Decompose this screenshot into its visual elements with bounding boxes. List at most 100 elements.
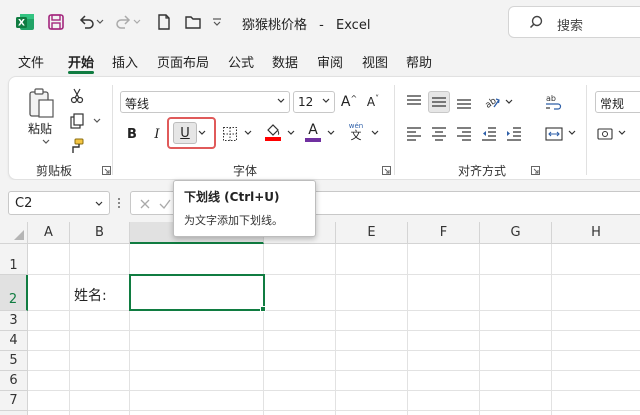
- alignment-launcher-icon[interactable]: [531, 166, 540, 175]
- search-box[interactable]: 搜索: [508, 6, 640, 38]
- tab-data[interactable]: 数据: [272, 52, 298, 71]
- align-left-icon[interactable]: [403, 123, 425, 145]
- bold-button[interactable]: B: [121, 123, 143, 145]
- font-launcher-icon[interactable]: [382, 166, 391, 175]
- tab-home[interactable]: 开始: [68, 52, 94, 71]
- clipboard-launcher-icon[interactable]: [102, 166, 111, 175]
- tab-insert[interactable]: 插入: [112, 52, 138, 71]
- phonetic-guide-button[interactable]: wén 文: [345, 121, 367, 143]
- fill-color-dropdown-icon[interactable]: [287, 130, 295, 136]
- row-header-4[interactable]: 4: [0, 331, 28, 351]
- wrap-text-icon[interactable]: ab: [543, 91, 565, 113]
- accounting-format-icon[interactable]: [595, 123, 617, 145]
- font-size-value: 12: [298, 95, 314, 109]
- font-name-combo[interactable]: 等线: [120, 91, 290, 113]
- selected-cell-c2[interactable]: [129, 274, 265, 311]
- row-header-5[interactable]: 5: [0, 351, 28, 371]
- tab-help[interactable]: 帮助: [406, 52, 432, 71]
- group-divider: [394, 85, 395, 175]
- increase-font-size-button[interactable]: A ^: [338, 91, 360, 113]
- row-header-3[interactable]: 3: [0, 311, 28, 331]
- phonetic-dropdown-icon[interactable]: [371, 130, 379, 136]
- group-divider: [112, 85, 113, 175]
- accounting-dropdown-icon[interactable]: [618, 130, 626, 136]
- customize-toolbar-icon[interactable]: [210, 11, 224, 33]
- enter-icon[interactable]: [159, 198, 171, 210]
- name-box-dropdown-icon[interactable]: [95, 201, 103, 207]
- font-size-dropdown-icon[interactable]: [322, 98, 330, 104]
- orientation-dropdown-icon[interactable]: [505, 99, 513, 105]
- svg-text:ab: ab: [546, 94, 556, 103]
- underline-dropdown-icon[interactable]: [198, 130, 206, 136]
- document-name: 猕猴桃价格: [242, 18, 308, 33]
- italic-icon: I: [154, 126, 160, 142]
- more-options-icon[interactable]: [117, 197, 121, 209]
- select-all-corner[interactable]: [0, 222, 28, 244]
- fill-handle[interactable]: [260, 306, 266, 312]
- row-header-2[interactable]: 2: [0, 275, 28, 311]
- font-name-dropdown-icon[interactable]: [277, 98, 285, 104]
- align-center-icon[interactable]: [428, 123, 450, 145]
- decrease-font-size-button[interactable]: A ˅: [362, 91, 384, 113]
- cell-b2[interactable]: 姓名:: [74, 285, 107, 305]
- redo-dropdown-icon[interactable]: [131, 11, 143, 33]
- merge-center-icon[interactable]: [543, 123, 565, 145]
- tab-page-layout[interactable]: 页面布局: [157, 52, 209, 71]
- column-header-e[interactable]: E: [336, 222, 408, 244]
- row-header-6[interactable]: 6: [0, 371, 28, 391]
- tooltip-description: 为文字添加下划线。: [184, 214, 283, 227]
- tab-formulas[interactable]: 公式: [228, 52, 254, 71]
- copy-dropdown-icon[interactable]: [93, 118, 101, 124]
- font-size-combo[interactable]: 12: [293, 91, 335, 113]
- row-header-1[interactable]: 1: [0, 244, 28, 275]
- column-header-f[interactable]: F: [408, 222, 480, 244]
- align-right-icon[interactable]: [453, 123, 475, 145]
- borders-dropdown-icon[interactable]: [244, 130, 252, 136]
- number-format-combo[interactable]: 常规: [595, 91, 640, 113]
- grid-line: [28, 330, 640, 331]
- cut-icon[interactable]: [66, 85, 88, 107]
- paste-dropdown-icon[interactable]: [42, 139, 50, 145]
- align-bottom-icon[interactable]: [453, 91, 475, 113]
- font-color-button[interactable]: A: [302, 121, 324, 143]
- italic-button[interactable]: I: [146, 123, 168, 145]
- ribbon: 粘贴 剪贴板 等线 12 A ^ A ˅ B I U A wén 文 字体 ab…: [8, 76, 640, 180]
- name-box[interactable]: C2: [8, 191, 110, 215]
- increase-indent-icon[interactable]: [503, 123, 525, 145]
- undo-dropdown-icon[interactable]: [94, 11, 106, 33]
- tab-file[interactable]: 文件: [18, 52, 44, 71]
- orientation-icon[interactable]: ab: [481, 91, 503, 113]
- copy-icon[interactable]: [66, 110, 88, 132]
- underline-icon: U: [180, 125, 190, 141]
- paste-icon[interactable]: [27, 87, 57, 119]
- new-file-icon[interactable]: [153, 11, 175, 33]
- grid-line: [28, 350, 640, 351]
- paste-label[interactable]: 粘贴: [28, 120, 52, 137]
- borders-icon[interactable]: [219, 123, 241, 145]
- phonetic-guide-icon: 文: [350, 129, 362, 142]
- decrease-indent-icon[interactable]: [478, 123, 500, 145]
- column-header-h[interactable]: H: [552, 222, 640, 244]
- decrease-font-size-icon: A: [366, 95, 376, 109]
- font-color-dropdown-icon[interactable]: [327, 130, 335, 136]
- tab-view[interactable]: 视图: [362, 52, 388, 71]
- column-header-a[interactable]: A: [28, 222, 70, 244]
- app-name: Excel: [336, 18, 371, 33]
- column-header-b[interactable]: B: [70, 222, 130, 244]
- open-folder-icon[interactable]: [182, 11, 204, 33]
- row-header-7[interactable]: 7: [0, 391, 28, 411]
- merge-dropdown-icon[interactable]: [568, 130, 576, 136]
- svg-text:X: X: [18, 19, 25, 29]
- column-header-g[interactable]: G: [480, 222, 552, 244]
- underline-button[interactable]: U: [173, 122, 197, 144]
- cancel-icon[interactable]: [139, 198, 151, 210]
- tab-review[interactable]: 审阅: [317, 52, 343, 71]
- worksheet-grid[interactable]: [0, 222, 640, 415]
- align-top-icon[interactable]: [403, 91, 425, 113]
- align-middle-icon[interactable]: [428, 91, 450, 113]
- save-icon[interactable]: [45, 11, 67, 33]
- format-painter-icon[interactable]: [66, 135, 88, 157]
- fill-color-icon[interactable]: [262, 121, 284, 143]
- row-header-8[interactable]: [0, 411, 28, 415]
- ribbon-tabs: 文件 开始 插入 页面布局 公式 数据 审阅 视图 帮助: [0, 44, 640, 74]
